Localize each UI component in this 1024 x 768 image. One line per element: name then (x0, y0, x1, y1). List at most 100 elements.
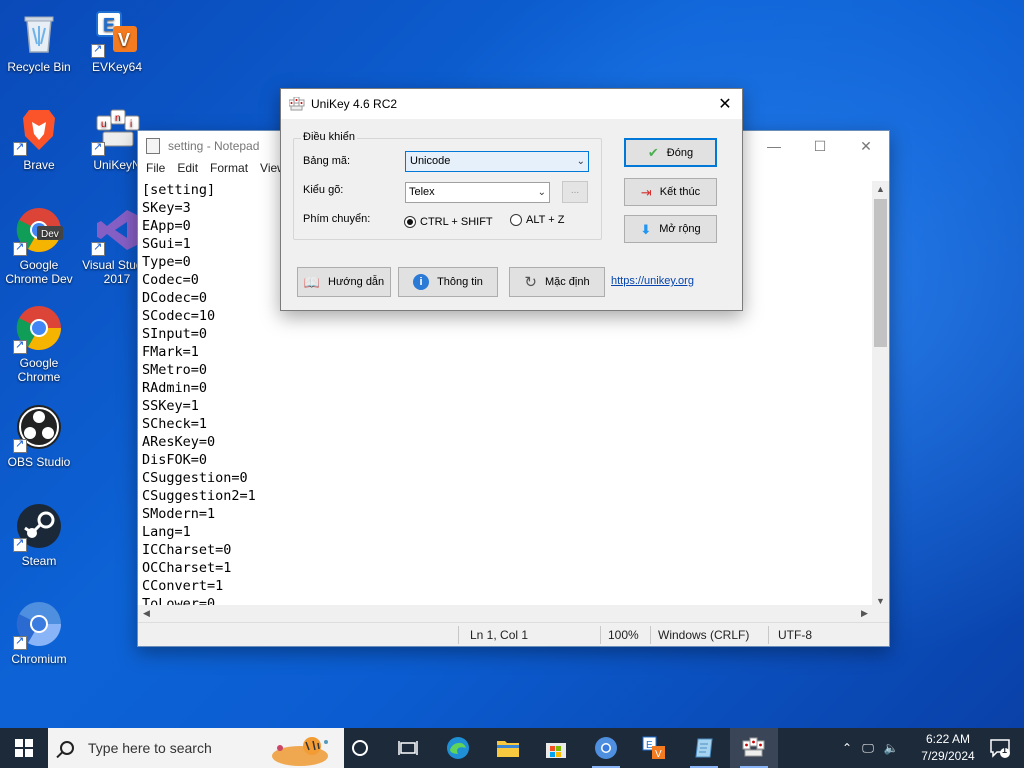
edge-icon[interactable] (434, 728, 482, 768)
shortcut-arrow-icon (13, 536, 27, 552)
unikey-keys-icon: u n i (91, 106, 141, 156)
input-method-label: Kiểu gõ: (303, 184, 344, 196)
input-method-select[interactable]: Telex ⌄ (405, 182, 550, 203)
status-divider (600, 626, 601, 644)
expand-button-label: Mở rộng (659, 223, 701, 235)
menu-format[interactable]: Format (210, 161, 248, 181)
task-view-icon[interactable] (384, 728, 432, 768)
close-button-label: Đóng (666, 146, 694, 159)
text-line: SInput=0 (142, 326, 208, 342)
horizontal-scrollbar[interactable]: ◀ ▶ (138, 605, 873, 622)
text-line: CSuggestion2=1 (142, 488, 256, 504)
vertical-scrollbar[interactable]: ▲ ▼ (872, 181, 889, 609)
default-button[interactable]: ↻ Mặc định (509, 267, 605, 297)
desktop-icon-evkey64[interactable]: E V EVKey64 (79, 8, 155, 74)
scroll-right-icon[interactable]: ▶ (856, 605, 873, 622)
charset-label: Bảng mã: (303, 155, 351, 167)
arrow-down-icon: ⬇ (640, 221, 652, 237)
maximize-icon[interactable]: ☐ (797, 131, 843, 161)
desktop-icon-brave[interactable]: Brave (1, 106, 77, 172)
expand-button[interactable]: ⬇ Mở rộng (624, 215, 717, 243)
desktop-icon-obs-studio[interactable]: OBS Studio (1, 403, 77, 469)
file-explorer-icon[interactable] (484, 728, 532, 768)
desktop-icon-label: Steam (21, 554, 57, 568)
recycle-bin-icon (15, 8, 63, 56)
svg-text:i: i (130, 119, 132, 130)
taskbar: Type here to search EV ⌃ 🖵 🔈 6:22 AM 7/2… (0, 728, 1024, 768)
switch-ctrl-shift-radio[interactable] (404, 216, 416, 228)
taskbar-search-box[interactable]: Type here to search (48, 728, 344, 768)
info-button[interactable]: i Thông tin (398, 267, 498, 297)
notepad-taskbar-icon[interactable] (680, 728, 728, 768)
evkey-taskbar-icon[interactable]: EV (630, 728, 678, 768)
close-button[interactable]: ✔ Đóng (624, 138, 717, 167)
desktop-icon-label: Google Chrome (17, 356, 61, 384)
desktop-icon-label: Chromium (11, 652, 67, 666)
unikey-dialog[interactable]: UniKey 4.6 RC2 ✕ Điều khiển Bảng mã: Uni… (280, 88, 743, 311)
shortcut-arrow-icon (13, 437, 27, 453)
notepad-icon (146, 138, 160, 154)
desktop-icon-chrome-dev[interactable]: Dev Google Chrome Dev (1, 206, 77, 286)
unikey-taskbar-icon[interactable] (730, 728, 778, 768)
menu-edit[interactable]: Edit (177, 161, 198, 181)
book-icon: 📖 (303, 274, 320, 290)
text-line: AResKey=0 (142, 434, 216, 450)
shortcut-arrow-icon (13, 338, 27, 354)
start-button[interactable] (0, 728, 48, 768)
desktop-icon-label: EVKey64 (91, 60, 143, 74)
status-divider (650, 626, 651, 644)
network-icon[interactable]: 🖵 (856, 741, 880, 756)
desktop-icon-recycle-bin[interactable]: Recycle Bin (1, 8, 77, 74)
charset-value: Unicode (410, 155, 451, 167)
chromium-taskbar-icon[interactable] (582, 728, 630, 768)
unikey-titlebar[interactable]: UniKey 4.6 RC2 (281, 89, 742, 119)
notification-center-icon[interactable]: 1 (976, 728, 1024, 768)
chevron-down-icon: ⌄ (576, 156, 585, 167)
chevron-up-icon[interactable]: ⌃ (838, 741, 856, 755)
svg-text:n: n (115, 113, 121, 124)
svg-text:u: u (101, 119, 107, 130)
text-line: CSuggestion=0 (142, 470, 248, 486)
system-tray: ⌃ 🖵 🔈 (838, 728, 902, 768)
guide-button[interactable]: 📖 Hướng dẫn (297, 267, 391, 297)
cortana-icon[interactable] (336, 728, 384, 768)
status-position: Ln 1, Col 1 (470, 628, 529, 642)
desktop-icon-google-chrome[interactable]: Google Chrome (1, 304, 77, 384)
clock-time: 6:22 AM (925, 732, 971, 746)
shortcut-arrow-icon (91, 240, 105, 256)
shortcut-arrow-icon (13, 140, 27, 156)
charset-select[interactable]: Unicode ⌄ (405, 151, 589, 172)
obs-icon (13, 403, 63, 453)
exit-button[interactable]: ⇥ Kết thúc (624, 178, 717, 206)
menu-file[interactable]: File (146, 161, 165, 181)
taskbar-clock[interactable]: 6:22 AM 7/29/2024 (918, 731, 978, 765)
text-line: SModern=1 (142, 506, 216, 522)
text-line: CConvert=1 (142, 578, 224, 594)
chrome-icon (13, 304, 63, 354)
switch-alt-z-label[interactable]: ALT + Z (526, 214, 564, 226)
switch-ctrl-shift-label[interactable]: CTRL + SHIFT (420, 216, 493, 228)
minimize-icon[interactable]: — (751, 131, 797, 161)
desktop-icon-chromium[interactable]: Chromium (1, 600, 77, 666)
unikey-website-link[interactable]: https://unikey.org (611, 275, 694, 287)
search-highlight-illustration-icon (260, 732, 340, 766)
input-method-options-button[interactable]: ... (562, 181, 588, 203)
microsoft-store-icon[interactable] (532, 728, 580, 768)
switch-alt-z-radio[interactable] (510, 214, 522, 226)
chrome-dev-badge: Dev (41, 229, 59, 240)
status-divider (458, 626, 459, 644)
close-icon[interactable]: ✕ (708, 89, 742, 119)
status-line-ending: Windows (CRLF) (658, 628, 750, 642)
desktop-icon-steam[interactable]: Steam (1, 502, 77, 568)
guide-button-label: Hướng dẫn (328, 276, 385, 288)
scrollbar-thumb[interactable] (874, 199, 887, 347)
desktop-icon-label: OBS Studio (7, 455, 71, 469)
close-icon[interactable]: ✕ (843, 131, 889, 161)
volume-icon[interactable]: 🔈 (880, 741, 902, 755)
exit-door-icon: ⇥ (640, 184, 652, 200)
scroll-up-icon[interactable]: ▲ (872, 181, 889, 197)
scroll-left-icon[interactable]: ◀ (138, 605, 155, 622)
input-method-value: Telex (409, 186, 435, 198)
text-line: FMark=1 (142, 344, 199, 360)
steam-icon (13, 502, 63, 552)
